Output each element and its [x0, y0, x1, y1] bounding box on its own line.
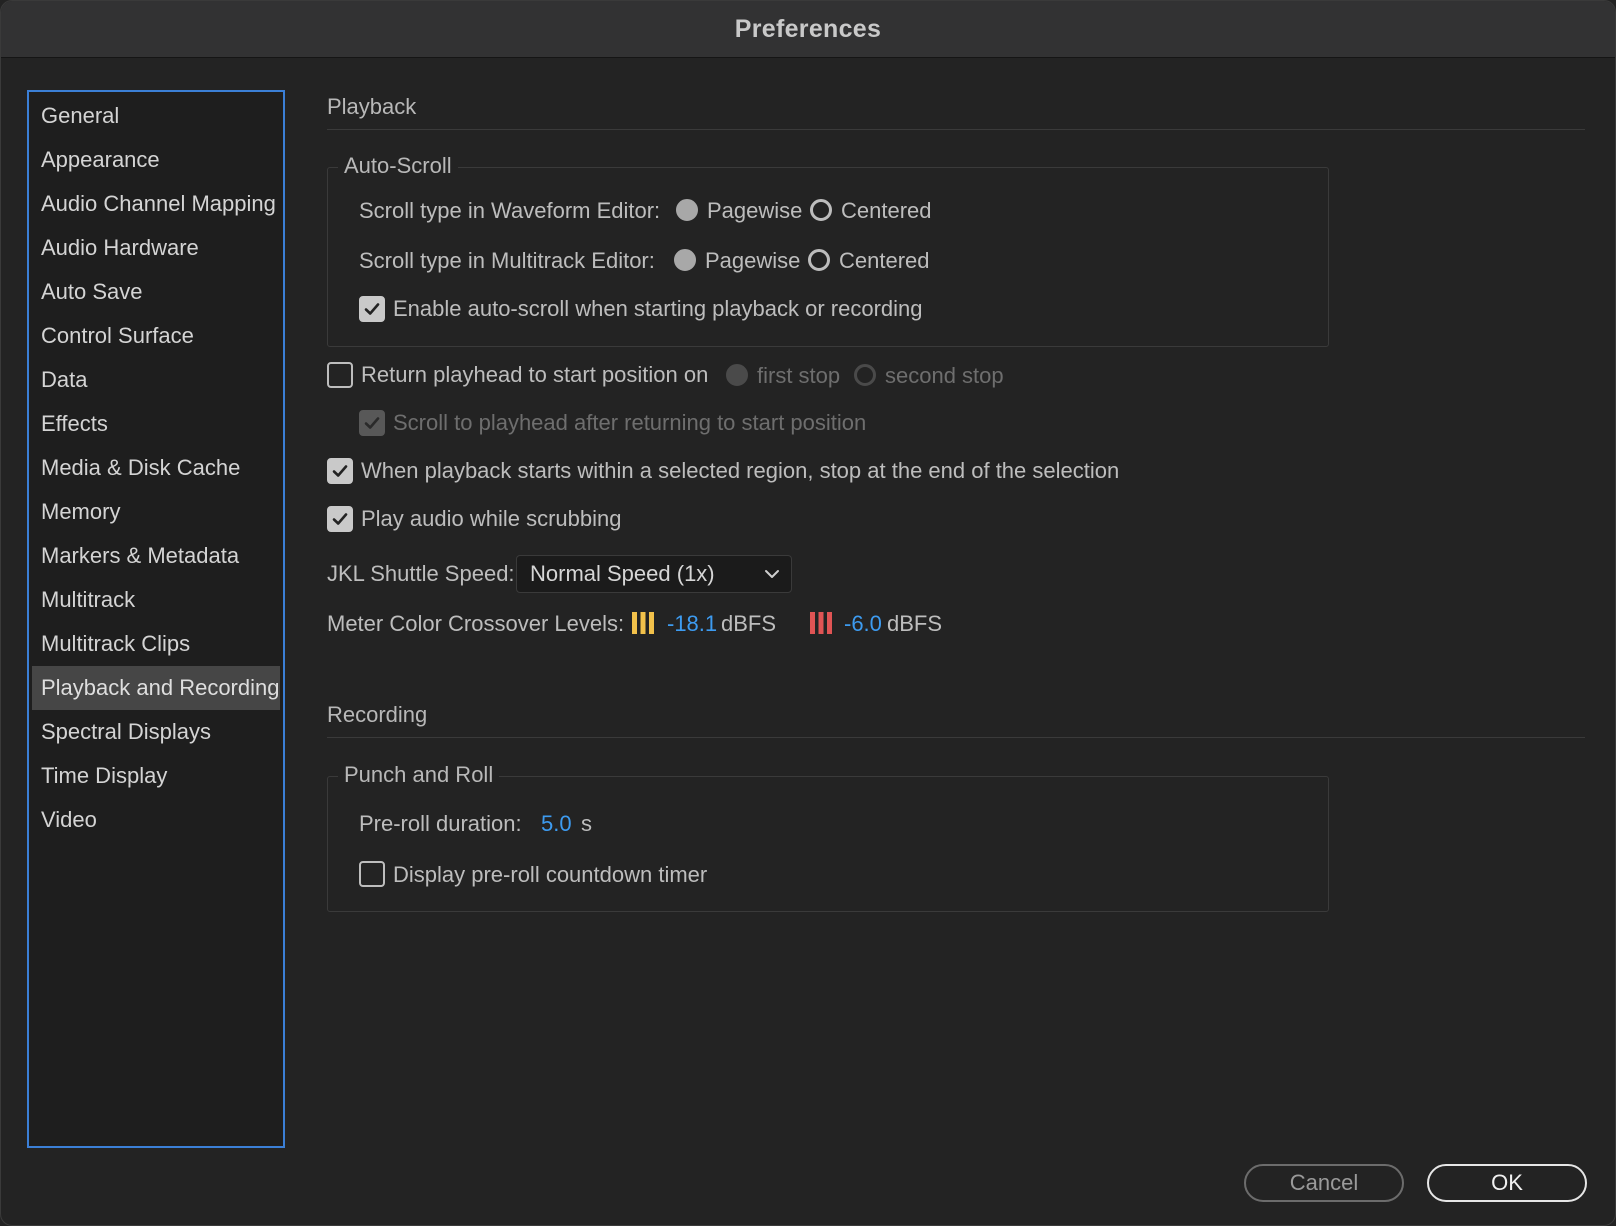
red-crossover-unit: dBFS	[887, 611, 943, 636]
waveform-pagewise-label[interactable]: Pagewise	[707, 198, 802, 224]
waveform-pagewise-radio[interactable]	[676, 199, 698, 221]
return-playhead-label[interactable]: Return playhead to start position on	[361, 362, 708, 388]
recording-section-title: Recording	[327, 702, 428, 727]
sidebar-item-video[interactable]: Video	[32, 798, 280, 842]
sidebar-item-auto-save[interactable]: Auto Save	[32, 270, 280, 314]
return-playhead-checkbox[interactable]	[327, 362, 353, 388]
jkl-shuttle-value: Normal Speed (1x)	[530, 561, 715, 586]
scroll-to-playhead-label[interactable]: Scroll to playhead after returning to st…	[393, 410, 866, 436]
sidebar-item-data[interactable]: Data	[32, 358, 280, 402]
jkl-shuttle-dropdown[interactable]: Normal Speed (1x)	[516, 555, 792, 593]
sidebar-item-memory[interactable]: Memory	[32, 490, 280, 534]
multitrack-scroll-label: Scroll type in Multitrack Editor:	[359, 248, 655, 273]
preroll-duration-label: Pre-roll duration:	[359, 811, 522, 836]
waveform-centered-radio[interactable]	[810, 199, 832, 221]
checkmark-icon	[332, 465, 348, 477]
sidebar-item-audio-channel-mapping[interactable]: Audio Channel Mapping	[32, 182, 280, 226]
sidebar-item-multitrack-clips[interactable]: Multitrack Clips	[32, 622, 280, 666]
sidebar-item-time-display[interactable]: Time Display	[32, 754, 280, 798]
jkl-shuttle-label: JKL Shuttle Speed:	[327, 561, 515, 586]
category-list[interactable]: General Appearance Audio Channel Mapping…	[27, 90, 285, 1148]
waveform-scroll-label: Scroll type in Waveform Editor:	[359, 198, 661, 223]
red-crossover-value[interactable]: -6.0	[844, 611, 882, 637]
enable-autoscroll-checkbox[interactable]	[359, 296, 385, 322]
punch-and-roll-legend: Punch and Roll	[338, 762, 500, 788]
auto-scroll-legend: Auto-Scroll	[338, 153, 458, 179]
first-stop-radio[interactable]	[726, 364, 748, 386]
yellow-crossover-value[interactable]: -18.1	[667, 611, 717, 637]
preroll-duration-unit: s	[581, 811, 592, 836]
waveform-centered-label[interactable]: Centered	[841, 198, 932, 224]
preroll-countdown-label[interactable]: Display pre-roll countdown timer	[393, 862, 707, 888]
sidebar-item-media-disk-cache[interactable]: Media & Disk Cache	[32, 446, 280, 490]
second-stop-label[interactable]: second stop	[885, 363, 1004, 389]
preroll-countdown-checkbox[interactable]	[359, 861, 385, 887]
playback-section-title: Playback	[327, 94, 417, 119]
checkmark-icon	[364, 417, 380, 429]
red-meter-icon[interactable]	[809, 611, 833, 635]
sidebar-item-audio-hardware[interactable]: Audio Hardware	[32, 226, 280, 270]
preroll-duration-value[interactable]: 5.0	[541, 811, 572, 837]
sidebar-item-multitrack[interactable]: Multitrack	[32, 578, 280, 622]
sidebar-item-general[interactable]: General	[32, 94, 280, 138]
meter-crossover-label: Meter Color Crossover Levels:	[327, 611, 625, 636]
multitrack-pagewise-radio[interactable]	[674, 249, 696, 271]
stop-at-selection-end-checkbox[interactable]	[327, 458, 353, 484]
stop-at-selection-end-label[interactable]: When playback starts within a selected r…	[361, 458, 1119, 484]
chevron-down-icon	[765, 570, 779, 578]
first-stop-label[interactable]: first stop	[757, 363, 840, 389]
playback-divider	[327, 129, 1585, 130]
title-bar[interactable]: Preferences	[1, 1, 1615, 58]
scroll-to-playhead-checkbox[interactable]	[359, 410, 385, 436]
multitrack-pagewise-label[interactable]: Pagewise	[705, 248, 800, 274]
sidebar-item-effects[interactable]: Effects	[32, 402, 280, 446]
second-stop-radio[interactable]	[854, 364, 876, 386]
window-title: Preferences	[734, 14, 882, 43]
enable-autoscroll-label[interactable]: Enable auto-scroll when starting playbac…	[393, 296, 923, 322]
yellow-meter-icon[interactable]	[631, 611, 655, 635]
preferences-window: Preferences General Appearance Audio Cha…	[0, 0, 1616, 1226]
multitrack-centered-label[interactable]: Centered	[839, 248, 930, 274]
yellow-crossover-unit: dBFS	[721, 611, 777, 636]
sidebar-item-control-surface[interactable]: Control Surface	[32, 314, 280, 358]
sidebar-item-playback-and-recording[interactable]: Playback and Recording	[32, 666, 280, 710]
scrub-audio-checkbox[interactable]	[327, 506, 353, 532]
cancel-button[interactable]: Cancel	[1244, 1164, 1404, 1202]
sidebar-item-appearance[interactable]: Appearance	[32, 138, 280, 182]
recording-divider	[327, 737, 1585, 738]
punch-and-roll-group	[327, 776, 1329, 912]
multitrack-centered-radio[interactable]	[808, 249, 830, 271]
ok-button[interactable]: OK	[1427, 1164, 1587, 1202]
scrub-audio-label[interactable]: Play audio while scrubbing	[361, 506, 622, 532]
sidebar-item-markers-metadata[interactable]: Markers & Metadata	[32, 534, 280, 578]
checkmark-icon	[332, 513, 348, 525]
sidebar-item-spectral-displays[interactable]: Spectral Displays	[32, 710, 280, 754]
checkmark-icon	[364, 303, 380, 315]
